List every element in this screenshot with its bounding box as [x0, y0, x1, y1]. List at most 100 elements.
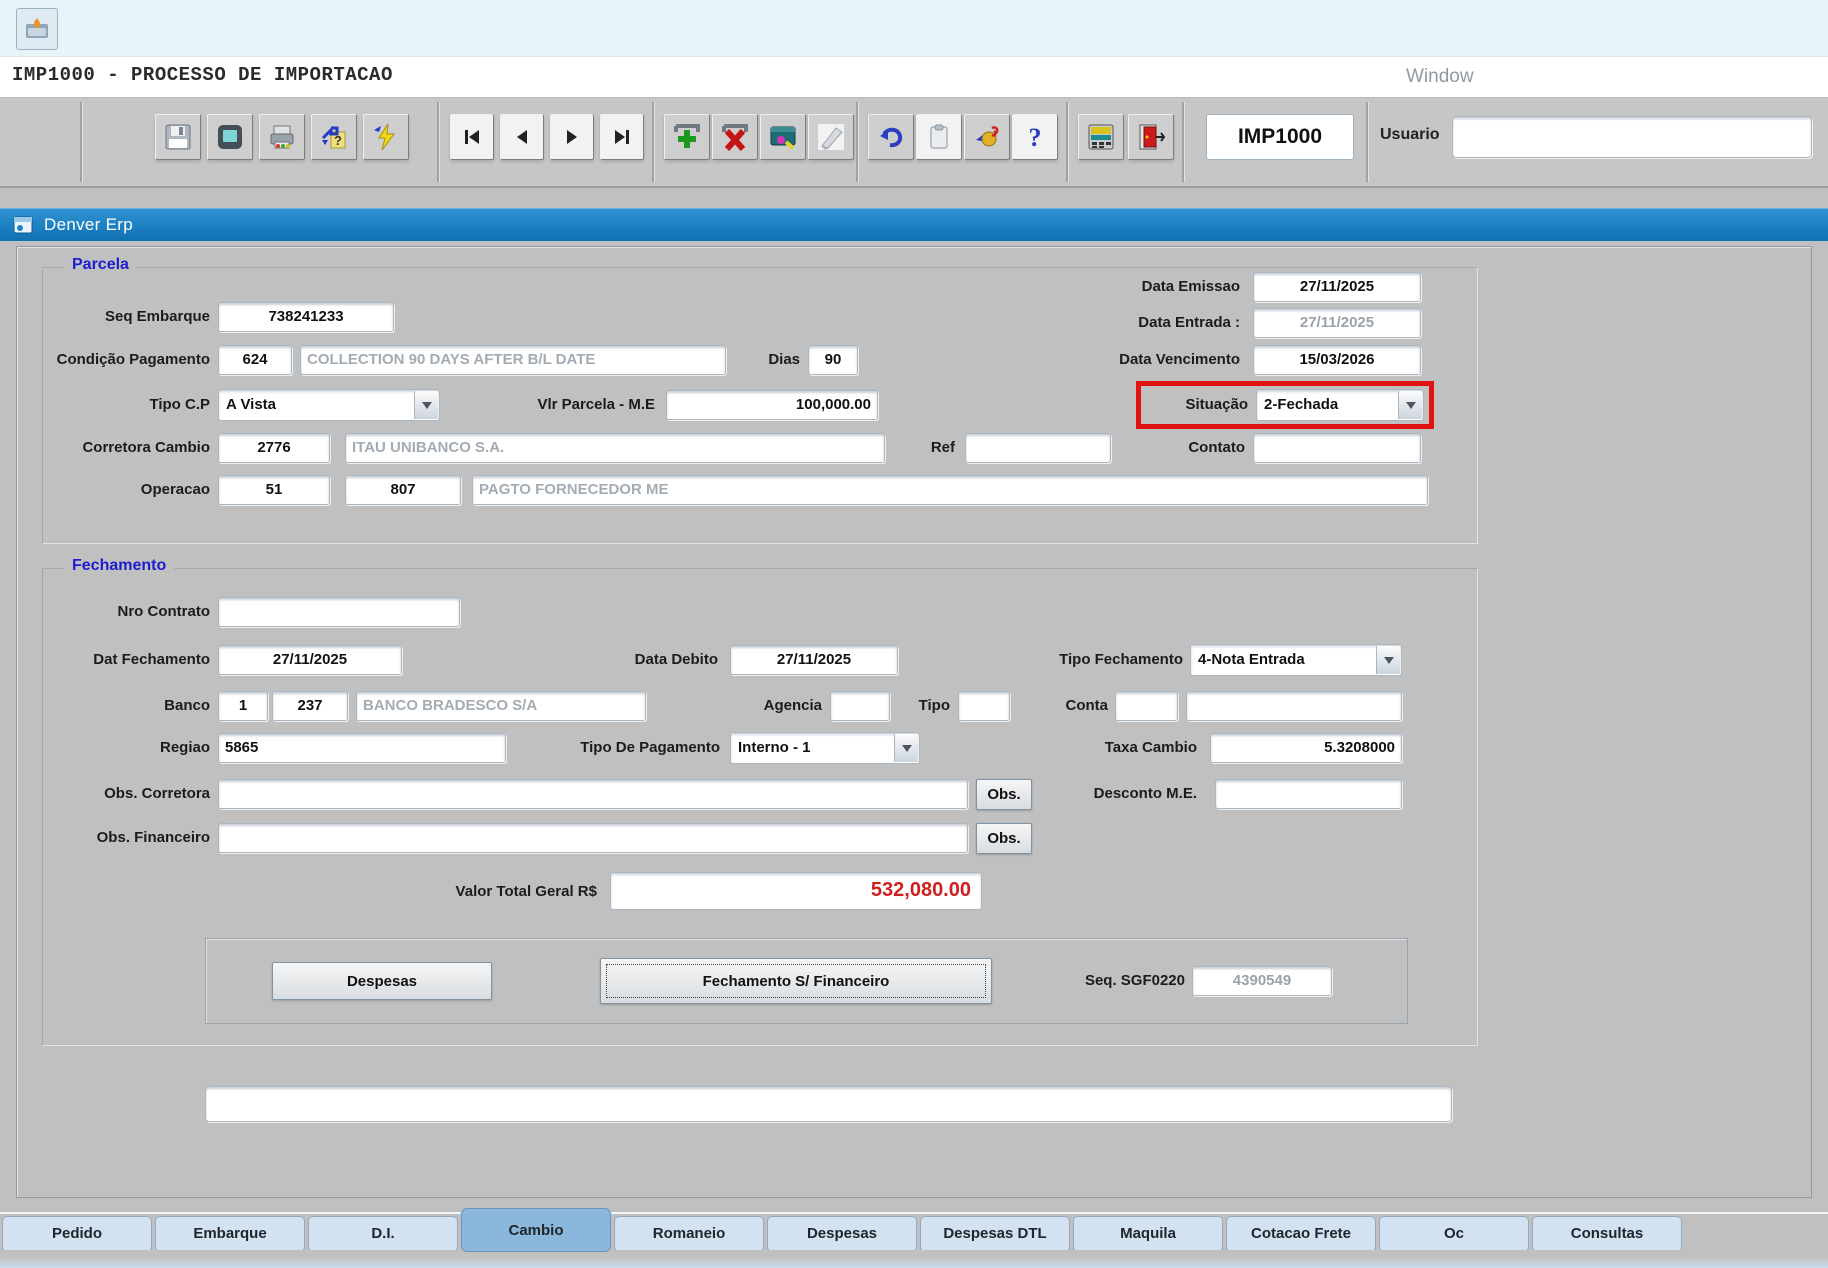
calculator-button[interactable] — [1078, 114, 1124, 160]
data-entrada-label: Data Entrada : — [1138, 314, 1240, 331]
tipo-pagamento-dropdown[interactable]: Interno - 1 — [730, 732, 920, 764]
tab-consultas[interactable]: Consultas — [1532, 1216, 1682, 1252]
tab-embarque[interactable]: Embarque — [155, 1216, 305, 1252]
tab-despesas[interactable]: Despesas — [767, 1216, 917, 1252]
desconto-me-field[interactable] — [1215, 779, 1402, 809]
tab-di[interactable]: D.I. — [308, 1216, 458, 1252]
desconto-me-label: Desconto M.E. — [1093, 785, 1197, 802]
nro-contrato-label: Nro Contrato — [117, 603, 211, 620]
context-help-button[interactable]: ? — [311, 114, 357, 160]
app-title: Denver Erp — [44, 215, 133, 234]
corretora-cambio-label: Corretora Cambio — [82, 439, 210, 456]
operacao-label: Operacao — [140, 481, 210, 498]
tipo-field[interactable] — [958, 691, 1010, 721]
imp1000-window: IMP1000 - PROCESSO DE IMPORTACAO Window … — [0, 0, 1828, 1268]
tab-maquila[interactable]: Maquila — [1073, 1216, 1223, 1252]
tipo-fechamento-dropdown[interactable]: 4-Nota Entrada — [1190, 644, 1402, 676]
print-button[interactable] — [259, 114, 305, 160]
app-launcher-button[interactable] — [16, 8, 58, 50]
svg-text:?: ? — [1029, 123, 1042, 151]
previous-record-button[interactable] — [500, 114, 544, 160]
usuario-input[interactable] — [1452, 116, 1812, 158]
toolbar: ? ? IMP1000 Usuario — [0, 98, 1828, 188]
tipo-label: Tipo — [918, 697, 950, 714]
exit-button[interactable] — [1128, 114, 1174, 160]
chevron-down-icon — [1376, 646, 1400, 674]
seq-embarque-field[interactable]: 738241233 — [218, 302, 394, 332]
tipo-cp-dropdown[interactable]: A Vista — [218, 389, 440, 421]
obs-financeiro-button[interactable]: Obs. — [976, 823, 1032, 854]
clear-icon — [816, 122, 846, 152]
despesas-button[interactable]: Despesas — [272, 962, 492, 1000]
regiao-field[interactable]: 5865 — [218, 733, 506, 763]
condicao-pagamento-code-field[interactable]: 624 — [218, 345, 292, 375]
previous-record-icon — [511, 126, 533, 148]
next-record-icon — [561, 126, 583, 148]
obs-corretora-button[interactable]: Obs. — [976, 779, 1032, 810]
conta-field-2[interactable] — [1186, 691, 1402, 721]
corretora-cambio-code-field[interactable]: 2776 — [218, 433, 330, 463]
last-record-button[interactable] — [600, 114, 644, 160]
taxa-cambio-field[interactable]: 5.3208000 — [1210, 733, 1402, 763]
obs-corretora-field[interactable] — [218, 779, 968, 809]
query-icon — [768, 122, 798, 152]
fechamento-financeiro-button[interactable]: Fechamento S/ Financeiro — [600, 958, 992, 1004]
toolbar-separator — [437, 102, 439, 182]
tab-cambio[interactable]: Cambio — [461, 1208, 611, 1252]
undo-icon — [876, 122, 906, 152]
situacao-dropdown[interactable]: 2-Fechada — [1256, 389, 1424, 421]
screen-button[interactable] — [207, 114, 253, 160]
data-vencimento-field[interactable]: 15/03/2026 — [1253, 345, 1421, 375]
menu-window[interactable]: Window — [1406, 66, 1474, 88]
toolbar-separator — [1366, 102, 1368, 182]
vlr-parcela-field[interactable]: 100,000.00 — [666, 390, 878, 420]
delete-record-button[interactable] — [712, 114, 758, 160]
condicao-pagamento-desc-field: COLLECTION 90 DAYS AFTER B/L DATE — [300, 345, 726, 375]
agencia-field[interactable] — [830, 691, 890, 721]
tipo-cp-label: Tipo C.P — [149, 396, 210, 413]
tipo-pagamento-value: Interno - 1 — [738, 739, 811, 756]
toolbar-separator — [1182, 102, 1184, 182]
clear-button[interactable] — [808, 114, 854, 160]
chevron-down-icon — [1398, 391, 1422, 419]
dias-label: Dias — [768, 351, 800, 368]
menu-bar: IMP1000 - PROCESSO DE IMPORTACAO Window — [0, 57, 1828, 98]
run-button[interactable] — [363, 114, 409, 160]
tab-pedido[interactable]: Pedido — [2, 1216, 152, 1252]
add-record-button[interactable] — [664, 114, 710, 160]
tab-romaneio[interactable]: Romaneio — [614, 1216, 764, 1252]
first-record-button[interactable] — [450, 114, 494, 160]
obs-financeiro-field[interactable] — [218, 823, 968, 853]
situacao-value: 2-Fechada — [1264, 396, 1339, 413]
conta-field-1[interactable] — [1115, 691, 1178, 721]
tipo-pagamento-label: Tipo De Pagamento — [580, 739, 720, 756]
app-title-bar: Denver Erp — [0, 208, 1828, 241]
operacao-code2-field[interactable]: 807 — [345, 475, 461, 505]
paste-button[interactable] — [916, 114, 962, 160]
coin-hand-button[interactable] — [964, 114, 1010, 160]
tab-oc[interactable]: Oc — [1379, 1216, 1529, 1252]
dat-fechamento-label: Dat Fechamento — [93, 651, 210, 668]
coin-hand-icon — [972, 122, 1002, 152]
dat-fechamento-field[interactable]: 27/11/2025 — [218, 645, 402, 675]
undo-button[interactable] — [868, 114, 914, 160]
tab-despesas-dtl[interactable]: Despesas DTL — [920, 1216, 1070, 1252]
nro-contrato-field[interactable] — [218, 597, 460, 627]
help-button[interactable]: ? — [1012, 114, 1058, 160]
dias-field[interactable]: 90 — [808, 345, 858, 375]
data-debito-field[interactable]: 27/11/2025 — [730, 645, 898, 675]
query-button[interactable] — [760, 114, 806, 160]
contato-field[interactable] — [1253, 433, 1421, 463]
operacao-code1-field[interactable]: 51 — [218, 475, 330, 505]
save-button[interactable] — [155, 114, 201, 160]
tab-cotacao-frete[interactable]: Cotacao Frete — [1226, 1216, 1376, 1252]
seq-sgf0220-label: Seq. SGF0220 — [1084, 972, 1185, 989]
denver-erp-icon — [12, 214, 34, 236]
next-record-button[interactable] — [550, 114, 594, 160]
ref-field[interactable] — [965, 433, 1111, 463]
banco-code1-field[interactable]: 1 — [218, 691, 268, 721]
valor-total-field: 532,080.00 — [610, 872, 982, 910]
banco-code2-field[interactable]: 237 — [272, 691, 348, 721]
ref-label: Ref — [930, 439, 955, 456]
data-emissao-field[interactable]: 27/11/2025 — [1253, 272, 1421, 302]
